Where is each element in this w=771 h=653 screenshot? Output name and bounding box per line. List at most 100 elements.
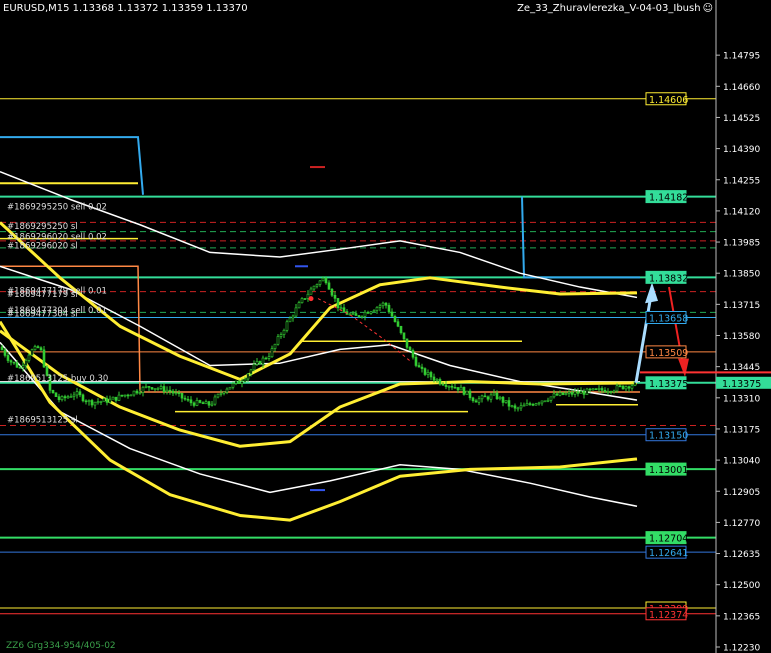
candle-body [270,348,274,357]
candle-body [465,390,469,395]
candle-body [534,403,538,406]
candle-body [408,347,412,351]
candle-body [315,284,319,287]
candle-body [168,389,172,392]
candle-body [441,383,445,386]
candle-body [510,405,514,408]
candle-body [156,388,160,390]
candle-body [396,321,400,327]
candle-body [576,391,580,394]
axis-tick-label: 1.14255 [723,176,760,186]
order-label: #1869513125 buy 0.30 [7,374,108,384]
candle-body [621,385,625,390]
candle-body [363,311,367,317]
candle-body [24,360,28,366]
candle-body [258,361,262,365]
axis-tick-label: 1.13985 [723,239,760,249]
axis-tick-label: 1.13715 [723,301,760,311]
candle-body [84,400,88,403]
candle-body [372,310,376,313]
candle-body [207,401,211,406]
candle-body [60,396,64,400]
axis-tick-label: 1.13580 [723,332,760,342]
candle-body [129,394,133,397]
candle-body [18,366,22,369]
order-label: #1869296020 sl [7,242,78,252]
candle-body [180,392,184,399]
axis-tick-label: 1.14120 [723,207,760,217]
axis-tick-label: 1.12500 [723,581,760,591]
candle-body [42,349,46,368]
candle-body [162,386,166,392]
candle-body [321,277,325,282]
candle-body [474,400,478,403]
candle-body [276,336,280,345]
candle-body [33,346,37,351]
candle-body [561,392,565,395]
candle-body [399,325,403,334]
candle-body [150,387,154,390]
candle-body [237,380,241,385]
candle-body [228,386,232,390]
candle-body [114,396,118,401]
candle-body [165,389,169,392]
candle-body [414,356,418,366]
axis-tick-label: 1.12230 [723,644,760,653]
candle-body [480,395,484,400]
candle-body [597,388,601,390]
candle-body [438,379,442,385]
candle-body [579,391,583,394]
candle-body [15,362,19,368]
candle-body [384,302,388,306]
axis-tick-label: 1.14390 [723,145,760,155]
candle-body [252,364,256,371]
candle-body [201,402,205,405]
candle-body [327,282,331,290]
candle-body [12,361,16,364]
candle-body [195,400,199,406]
candle-body [351,313,355,315]
candle-body [300,298,304,303]
candle-body [471,397,475,402]
candle-body [219,393,223,395]
candle-body [552,393,556,398]
candle-body [528,403,532,405]
candle-body [174,392,178,394]
candle-body [186,398,190,401]
candle-body [261,357,265,365]
candle-body [333,294,337,299]
axis-tick-label: 1.13175 [723,425,760,435]
candle-body [594,388,598,390]
candle-body [324,277,328,284]
candle-body [387,304,391,313]
candle-body [225,388,229,393]
candle-body [72,394,76,397]
candle-body [492,392,496,396]
candle-body [513,405,517,409]
candle-body [57,396,61,400]
candle-body [3,349,7,356]
candle-body [294,307,298,317]
candle-body [447,385,451,388]
candle-body [435,379,439,381]
candle-body [234,380,238,384]
candle-body [432,376,436,381]
level-tag-label: 1.12641 [649,548,688,559]
candle-body [51,389,55,394]
current-price-label: 1.13375 [722,379,761,390]
candle-body [111,396,115,400]
candle-body [240,381,244,385]
candle-body [606,391,610,393]
candle-body [81,394,85,402]
candle-body [519,405,523,409]
candle-body [9,360,13,363]
candle-body [546,399,550,402]
price-chart[interactable]: #1869295250 sell 0.02 #1869295250 sl #1869… [0,0,771,653]
candle-body [573,391,577,395]
candle-body [516,407,520,410]
candle-body [231,383,235,388]
candle-body [405,338,409,348]
candle-body [360,316,364,318]
candle-body [570,391,574,395]
candle-body [390,311,394,317]
